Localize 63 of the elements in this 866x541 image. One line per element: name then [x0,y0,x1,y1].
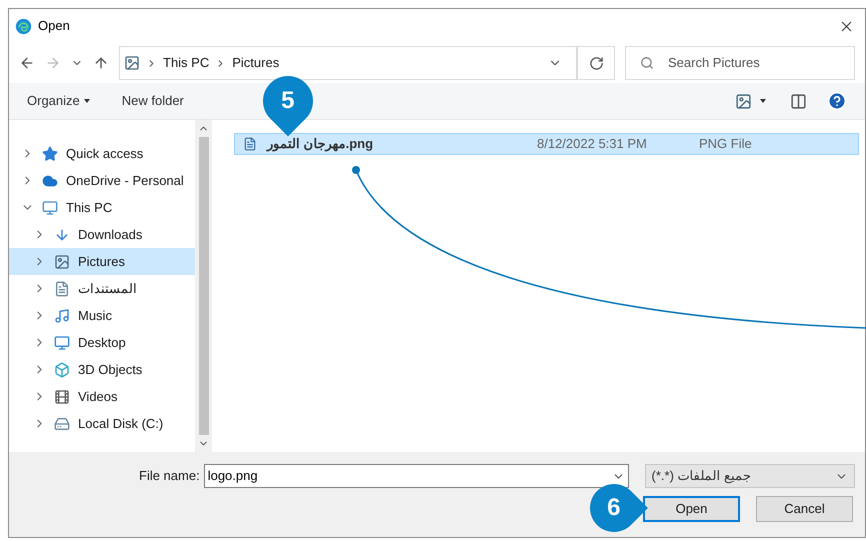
nav-tree-item[interactable]: Downloads [9,221,195,248]
nav-item-label: المستندات [78,280,137,298]
music-note-icon [54,308,70,324]
address-bar[interactable]: This PC Pictures [119,46,577,80]
caret-icon [84,99,90,103]
nav-item-label: Downloads [78,226,142,244]
nav-item-label: 3D Objects [78,360,142,379]
help-icon[interactable] [827,91,847,111]
file-name-value: logo.png [208,467,259,486]
nav-tree-item[interactable]: المستندات [9,275,195,302]
cloud-icon [42,172,58,188]
breadcrumb-item[interactable]: Pictures [232,53,280,73]
nav-item-label: Desktop [78,334,126,352]
nav-tree-item[interactable]: Local Disk (C:) [9,410,195,437]
step-number: 6 [607,493,621,523]
caret-icon[interactable] [760,99,766,103]
nav-item-label: Quick access [66,144,144,163]
nav-item-label: This PC [66,198,112,217]
nav-tree-item[interactable]: Desktop [9,329,195,356]
preview-pane-icon[interactable] [790,92,807,110]
nav-item-label: Pictures [78,252,125,271]
picture-icon [54,254,70,270]
file-type: PNG File [699,135,752,154]
film-icon [54,388,70,404]
step-number: 5 [281,86,295,116]
file-date: 8/12/2022 5:31 PM [537,135,648,154]
nav-item-label: OneDrive - Personal [66,172,184,190]
image-file-icon [243,137,257,151]
nav-tree-item[interactable]: Music [9,302,195,329]
scrollbar[interactable] [195,120,212,452]
nav-tree-item[interactable]: OneDrive - Personal [9,167,195,194]
file-type-dropdown[interactable]: جميع الملفات (*.*) [644,464,855,488]
refresh-icon [588,56,604,70]
nav-tree-item[interactable]: Videos [9,383,195,410]
star-icon [42,146,58,162]
nav-tree-item[interactable]: 3D Objects [9,356,195,383]
organize-button[interactable]: Organize [27,91,90,111]
nav-tree-item[interactable]: This PC [9,194,195,221]
monitor-icon [54,334,70,350]
file-name-label: File name: [139,467,200,486]
dialog-button[interactable]: Open [643,496,740,522]
breadcrumb-item[interactable]: This PC [163,53,210,73]
file-name-field[interactable]: logo.png [204,464,629,488]
refresh-button[interactable] [577,46,615,80]
nav-tree-item[interactable]: Quick access [9,140,195,167]
view-icon[interactable] [735,92,752,110]
new-folder-button[interactable]: New folder [122,91,184,111]
computer-icon [42,200,58,216]
browser-logo-icon [15,18,32,34]
file-type-value: جميع الملفات (*.*) [652,467,752,486]
window-title: Open [38,17,70,36]
dialog-button[interactable]: Cancel [756,496,853,522]
cube-icon [54,362,70,378]
search-icon [640,56,654,70]
nav-tree-item[interactable]: Pictures [9,248,195,275]
nav-item-label: Music [78,306,112,325]
picture-icon [124,55,140,71]
nav-item-label: Local Disk (C:) [78,414,164,433]
document-icon [54,280,70,296]
search-field[interactable]: Search Pictures [625,46,855,80]
file-name: مهرجان التمور.png [267,135,374,154]
search-placeholder: Search Pictures [668,54,760,72]
nav-item-label: Videos [78,388,118,406]
